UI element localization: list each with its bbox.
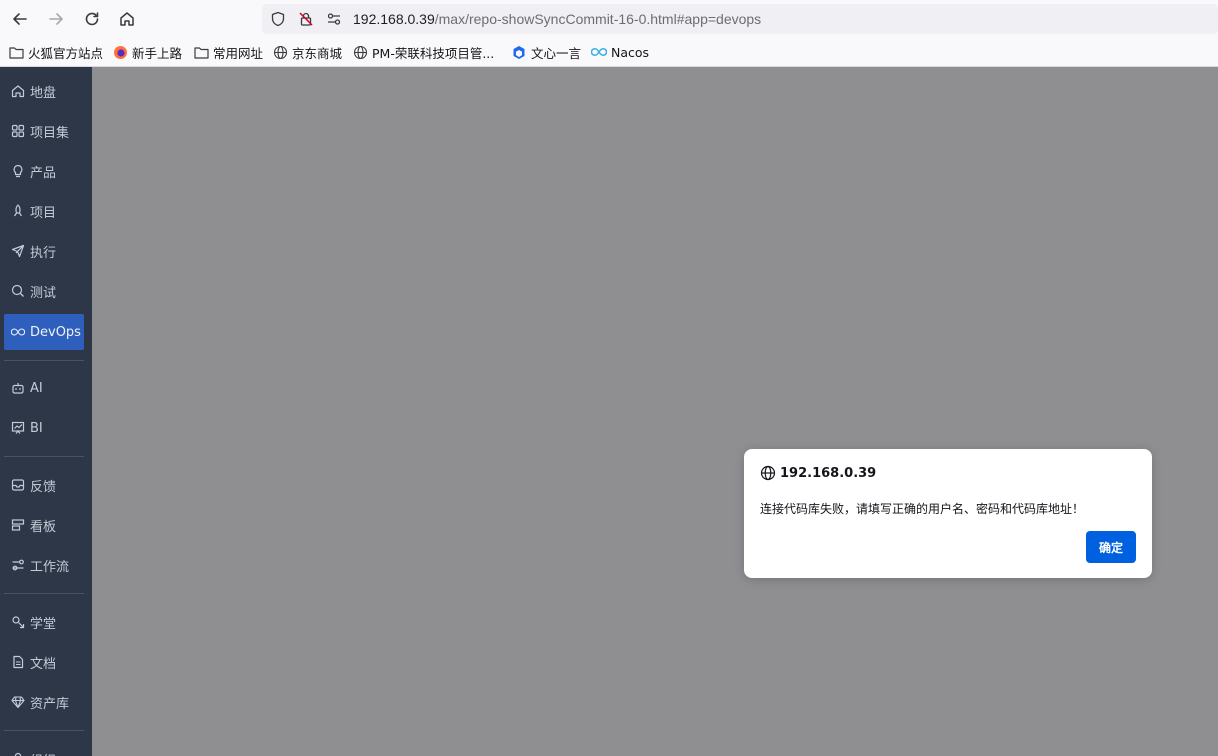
infinity-icon bbox=[591, 44, 607, 60]
globe-icon bbox=[352, 44, 368, 60]
ok-button[interactable]: 确定 bbox=[1086, 531, 1136, 563]
infinity-icon bbox=[11, 325, 25, 339]
sidebar-divider bbox=[4, 456, 84, 457]
sidebar-item-label: 反馈 bbox=[30, 479, 57, 495]
bookmark-label: 常用网址 bbox=[213, 45, 264, 61]
dialog-message: 连接代码库失败，请填写正确的用户名、密码和代码库地址！ bbox=[760, 502, 1085, 516]
sidebar-item-label: AI bbox=[30, 380, 43, 396]
back-arrow-icon[interactable] bbox=[8, 7, 32, 31]
sidebar-item-school[interactable]: 学堂 bbox=[4, 604, 84, 640]
bookmark-label: Nacos bbox=[611, 44, 650, 60]
sidebar-item-org[interactable]: 组织 bbox=[4, 741, 84, 756]
sidebar-item-bi[interactable]: BI bbox=[4, 410, 84, 446]
sidebar-item-execution[interactable]: 执行 bbox=[4, 233, 84, 269]
bookmark-jd[interactable]: 京东商城 bbox=[272, 43, 342, 61]
gem-icon bbox=[11, 695, 25, 709]
search-check-icon bbox=[11, 284, 25, 298]
sidebar-item-devops[interactable]: DevOps bbox=[4, 314, 84, 350]
bookmark-firefox-official[interactable]: 火狐官方站点 bbox=[8, 43, 103, 61]
home-icon bbox=[11, 84, 25, 98]
url-host: 192.168.0.39 bbox=[353, 11, 435, 27]
app-sidebar: 地盘 项目集 产品 项目 执行 测试 DevOps AI BI 反馈 看板 工作… bbox=[0, 67, 92, 756]
url-text[interactable]: 192.168.0.39/max/repo-showSyncCommit-16-… bbox=[353, 11, 761, 27]
robot-icon bbox=[11, 381, 25, 395]
sidebar-item-label: 项目集 bbox=[30, 125, 70, 141]
sidebar-item-label: 看板 bbox=[30, 519, 57, 535]
sidebar-item-workflow[interactable]: 工作流 bbox=[4, 547, 84, 583]
bookmark-getting-started[interactable]: 新手上路 bbox=[112, 43, 182, 61]
dialog-origin: 192.168.0.39 bbox=[780, 465, 877, 481]
sidebar-item-ai[interactable]: AI bbox=[4, 370, 84, 406]
bookmark-label: 文心一言 bbox=[531, 45, 582, 61]
rocket-icon bbox=[11, 204, 25, 218]
bookmark-label: PM-荣联科技项目管... bbox=[372, 45, 495, 61]
sidebar-item-docs[interactable]: 文档 bbox=[4, 644, 84, 680]
sidebar-divider bbox=[4, 360, 84, 361]
sidebar-item-test[interactable]: 测试 bbox=[4, 273, 84, 309]
sidebar-item-dashboard[interactable]: 地盘 bbox=[4, 73, 84, 109]
forward-arrow-icon[interactable] bbox=[44, 7, 68, 31]
kanban-icon bbox=[11, 518, 25, 532]
permissions-icon[interactable] bbox=[326, 11, 342, 27]
sidebar-divider bbox=[4, 730, 84, 731]
home-icon[interactable] bbox=[115, 7, 139, 31]
sidebar-item-label: 组织 bbox=[30, 750, 56, 756]
cube-icon bbox=[511, 44, 527, 60]
globe-icon bbox=[272, 44, 288, 60]
school-icon bbox=[11, 615, 25, 629]
address-bar[interactable]: 192.168.0.39/max/repo-showSyncCommit-16-… bbox=[262, 4, 1218, 34]
document-icon bbox=[11, 655, 25, 669]
sidebar-item-label: 执行 bbox=[30, 245, 57, 261]
sidebar-item-assets[interactable]: 资产库 bbox=[4, 684, 84, 720]
bookmark-common-sites[interactable]: 常用网址 bbox=[193, 43, 263, 61]
globe-icon bbox=[760, 465, 776, 481]
sidebar-item-project[interactable]: 项目 bbox=[4, 193, 84, 229]
bookmark-nacos[interactable]: Nacos bbox=[591, 43, 649, 61]
alert-dialog: 192.168.0.39 连接代码库失败，请填写正确的用户名、密码和代码库地址！… bbox=[744, 449, 1152, 578]
sidebar-item-product[interactable]: 产品 bbox=[4, 153, 84, 189]
reload-icon[interactable] bbox=[80, 7, 104, 31]
send-icon bbox=[11, 244, 25, 258]
sidebar-item-label: 资产库 bbox=[30, 696, 70, 712]
bulb-icon bbox=[11, 164, 25, 178]
bookmark-label: 新手上路 bbox=[132, 45, 183, 61]
sidebar-item-label: 地盘 bbox=[30, 85, 57, 101]
bookmark-wenxin[interactable]: 文心一言 bbox=[511, 43, 581, 61]
dialog-header: 192.168.0.39 bbox=[760, 465, 876, 481]
sidebar-divider bbox=[4, 593, 84, 594]
sidebar-item-label: 测试 bbox=[30, 285, 57, 301]
bookmarks-bar: 火狐官方站点 新手上路 常用网址 京东商城 PM-荣联科技项目管... 文心一言… bbox=[0, 38, 1218, 67]
firefox-icon bbox=[112, 44, 128, 60]
sidebar-item-feedback[interactable]: 反馈 bbox=[4, 467, 84, 503]
sidebar-item-kanban[interactable]: 看板 bbox=[4, 507, 84, 543]
sidebar-item-label: 工作流 bbox=[30, 559, 70, 575]
bookmark-label: 火狐官方站点 bbox=[28, 45, 104, 61]
org-icon bbox=[11, 752, 25, 756]
folder-icon bbox=[193, 44, 209, 60]
sidebar-item-label: 文档 bbox=[30, 656, 57, 672]
sidebar-item-label: 产品 bbox=[30, 165, 57, 181]
chart-board-icon bbox=[11, 421, 25, 435]
browser-toolbar: 192.168.0.39/max/repo-showSyncCommit-16-… bbox=[0, 0, 1218, 38]
folder-icon bbox=[8, 44, 24, 60]
url-path: /max/repo-showSyncCommit-16-0.html#app=d… bbox=[434, 11, 762, 27]
workflow-icon bbox=[11, 558, 25, 572]
feedback-icon bbox=[11, 478, 25, 492]
bookmark-label: 京东商城 bbox=[292, 45, 343, 61]
shield-icon[interactable] bbox=[270, 11, 286, 27]
grid-icon bbox=[11, 124, 25, 138]
sidebar-item-label: DevOps bbox=[30, 324, 81, 340]
sidebar-item-label: 项目 bbox=[30, 205, 57, 221]
insecure-lock-icon[interactable] bbox=[298, 11, 314, 27]
bookmark-pm[interactable]: PM-荣联科技项目管... bbox=[352, 43, 494, 61]
sidebar-item-label: BI bbox=[30, 420, 43, 436]
sidebar-item-label: 学堂 bbox=[30, 616, 57, 632]
sidebar-item-program[interactable]: 项目集 bbox=[4, 113, 84, 149]
